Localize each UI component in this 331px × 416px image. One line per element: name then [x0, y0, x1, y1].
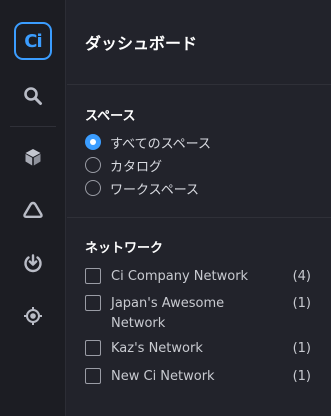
search-icon: [24, 87, 42, 105]
network-count: (1): [292, 341, 311, 356]
spaces-section-title: スペース: [85, 109, 136, 124]
network-label: Ci Company Network: [111, 269, 249, 284]
radio-all-spaces[interactable]: すべてのスペース: [85, 132, 211, 152]
logo-icon: Ci: [14, 22, 52, 60]
nav-spaces-button[interactable]: [0, 137, 66, 177]
radio-label: カタログ: [110, 159, 163, 175]
network-count: (4): [292, 269, 311, 284]
app-logo[interactable]: Ci: [0, 21, 66, 61]
download-icon: [24, 254, 42, 273]
network-label: Japan's Awesome Network: [111, 296, 225, 331]
network-item[interactable]: New Ci Network (1): [85, 367, 311, 387]
network-item[interactable]: Ci Company Network (4): [85, 267, 311, 287]
network-item[interactable]: Japan's Awesome Network (1): [85, 294, 311, 334]
networks-section-title: ネットワーク: [85, 241, 164, 256]
radio-button[interactable]: [85, 157, 101, 173]
filter-panel: ダッシュボード スペース すべてのスペース カタログ ワークスペース ネットワー…: [67, 0, 331, 416]
radio-catalog[interactable]: カタログ: [85, 155, 162, 175]
search-button[interactable]: [0, 76, 66, 116]
network-label: Kaz's Network: [111, 341, 203, 356]
nav-download-button[interactable]: [0, 243, 66, 283]
network-count: (1): [292, 369, 311, 384]
network-checkbox[interactable]: [85, 268, 101, 284]
divider: [67, 217, 331, 218]
target-icon: [24, 307, 42, 325]
rail-divider: [10, 126, 56, 127]
page-title: ダッシュボード: [85, 34, 198, 53]
network-count: (1): [292, 296, 311, 311]
network-item[interactable]: Kaz's Network (1): [85, 339, 311, 359]
radio-button[interactable]: [85, 180, 101, 196]
nav-target-button[interactable]: [0, 296, 66, 336]
cube-icon: [25, 149, 41, 166]
network-checkbox[interactable]: [85, 368, 101, 384]
network-label: New Ci Network: [111, 369, 215, 384]
radio-button-checked[interactable]: [85, 134, 101, 150]
network-checkbox[interactable]: [85, 295, 101, 311]
radio-workspace[interactable]: ワークスペース: [85, 178, 199, 198]
nav-triangle-button[interactable]: [0, 190, 66, 230]
radio-label: すべてのスペース: [110, 136, 212, 152]
network-checkbox[interactable]: [85, 340, 101, 356]
divider: [67, 84, 331, 85]
radio-label: ワークスペース: [110, 182, 200, 198]
triangle-icon: [23, 201, 43, 218]
sidebar-rail: Ci: [0, 0, 66, 416]
